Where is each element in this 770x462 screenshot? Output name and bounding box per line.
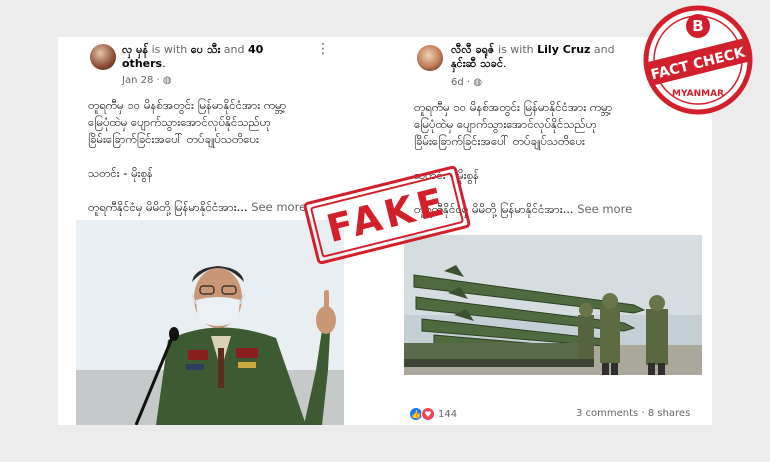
general-portrait-image — [76, 220, 344, 425]
more-options-icon[interactable]: ⋮ — [316, 41, 331, 57]
globe-icon: ◍ — [473, 77, 482, 88]
love-reaction-icon: ♥ — [421, 407, 435, 421]
left-post-avatar[interactable] — [90, 44, 116, 70]
left-post-date[interactable]: Jan 28 · — [122, 75, 163, 86]
left-post-meta: Jan 28 · ◍ — [122, 75, 172, 86]
globe-icon: ◍ — [162, 75, 172, 86]
left-post-tag2-others[interactable]: others — [122, 57, 162, 70]
left-post-photo[interactable] — [76, 220, 344, 425]
right-post-author[interactable]: လီလီ ခရုဇ် — [451, 43, 495, 56]
right-post-date[interactable]: 6d · — [451, 77, 473, 88]
badge-letter: B — [692, 17, 703, 35]
right-post-meta: 6d · ◍ — [451, 77, 482, 88]
shares-link[interactable]: 8 shares — [648, 408, 690, 419]
reaction-summary[interactable]: 👍 ♥ 144 — [410, 407, 457, 421]
left-post-header: လှ မှန် is with ပေ သီး and 40 others. — [122, 43, 264, 70]
left-post-tag1[interactable]: ပေ သီး — [191, 43, 221, 56]
right-post-photo[interactable] — [404, 235, 702, 375]
left-post-tag2[interactable]: 40 — [248, 43, 263, 56]
right-post-see-more[interactable]: See more — [574, 202, 632, 216]
left-post-author[interactable]: လှ မှန် — [122, 43, 148, 56]
right-post-tag1[interactable]: Lily Cruz — [537, 43, 590, 56]
right-post-avatar[interactable] — [417, 45, 443, 71]
badge-sub: MYANMAR — [672, 89, 724, 99]
fact-check-badge: B FACT CHECK MYANMAR — [643, 5, 753, 115]
comments-link[interactable]: 3 comments — [576, 408, 638, 419]
engagement-stats: 3 comments · 8 shares — [576, 408, 691, 419]
right-post-tag2[interactable]: နှင်းဆီ သခင် — [451, 57, 503, 70]
missile-launcher-image — [404, 235, 702, 375]
reaction-count: 144 — [438, 408, 458, 420]
left-post-see-more[interactable]: See more — [248, 200, 306, 214]
